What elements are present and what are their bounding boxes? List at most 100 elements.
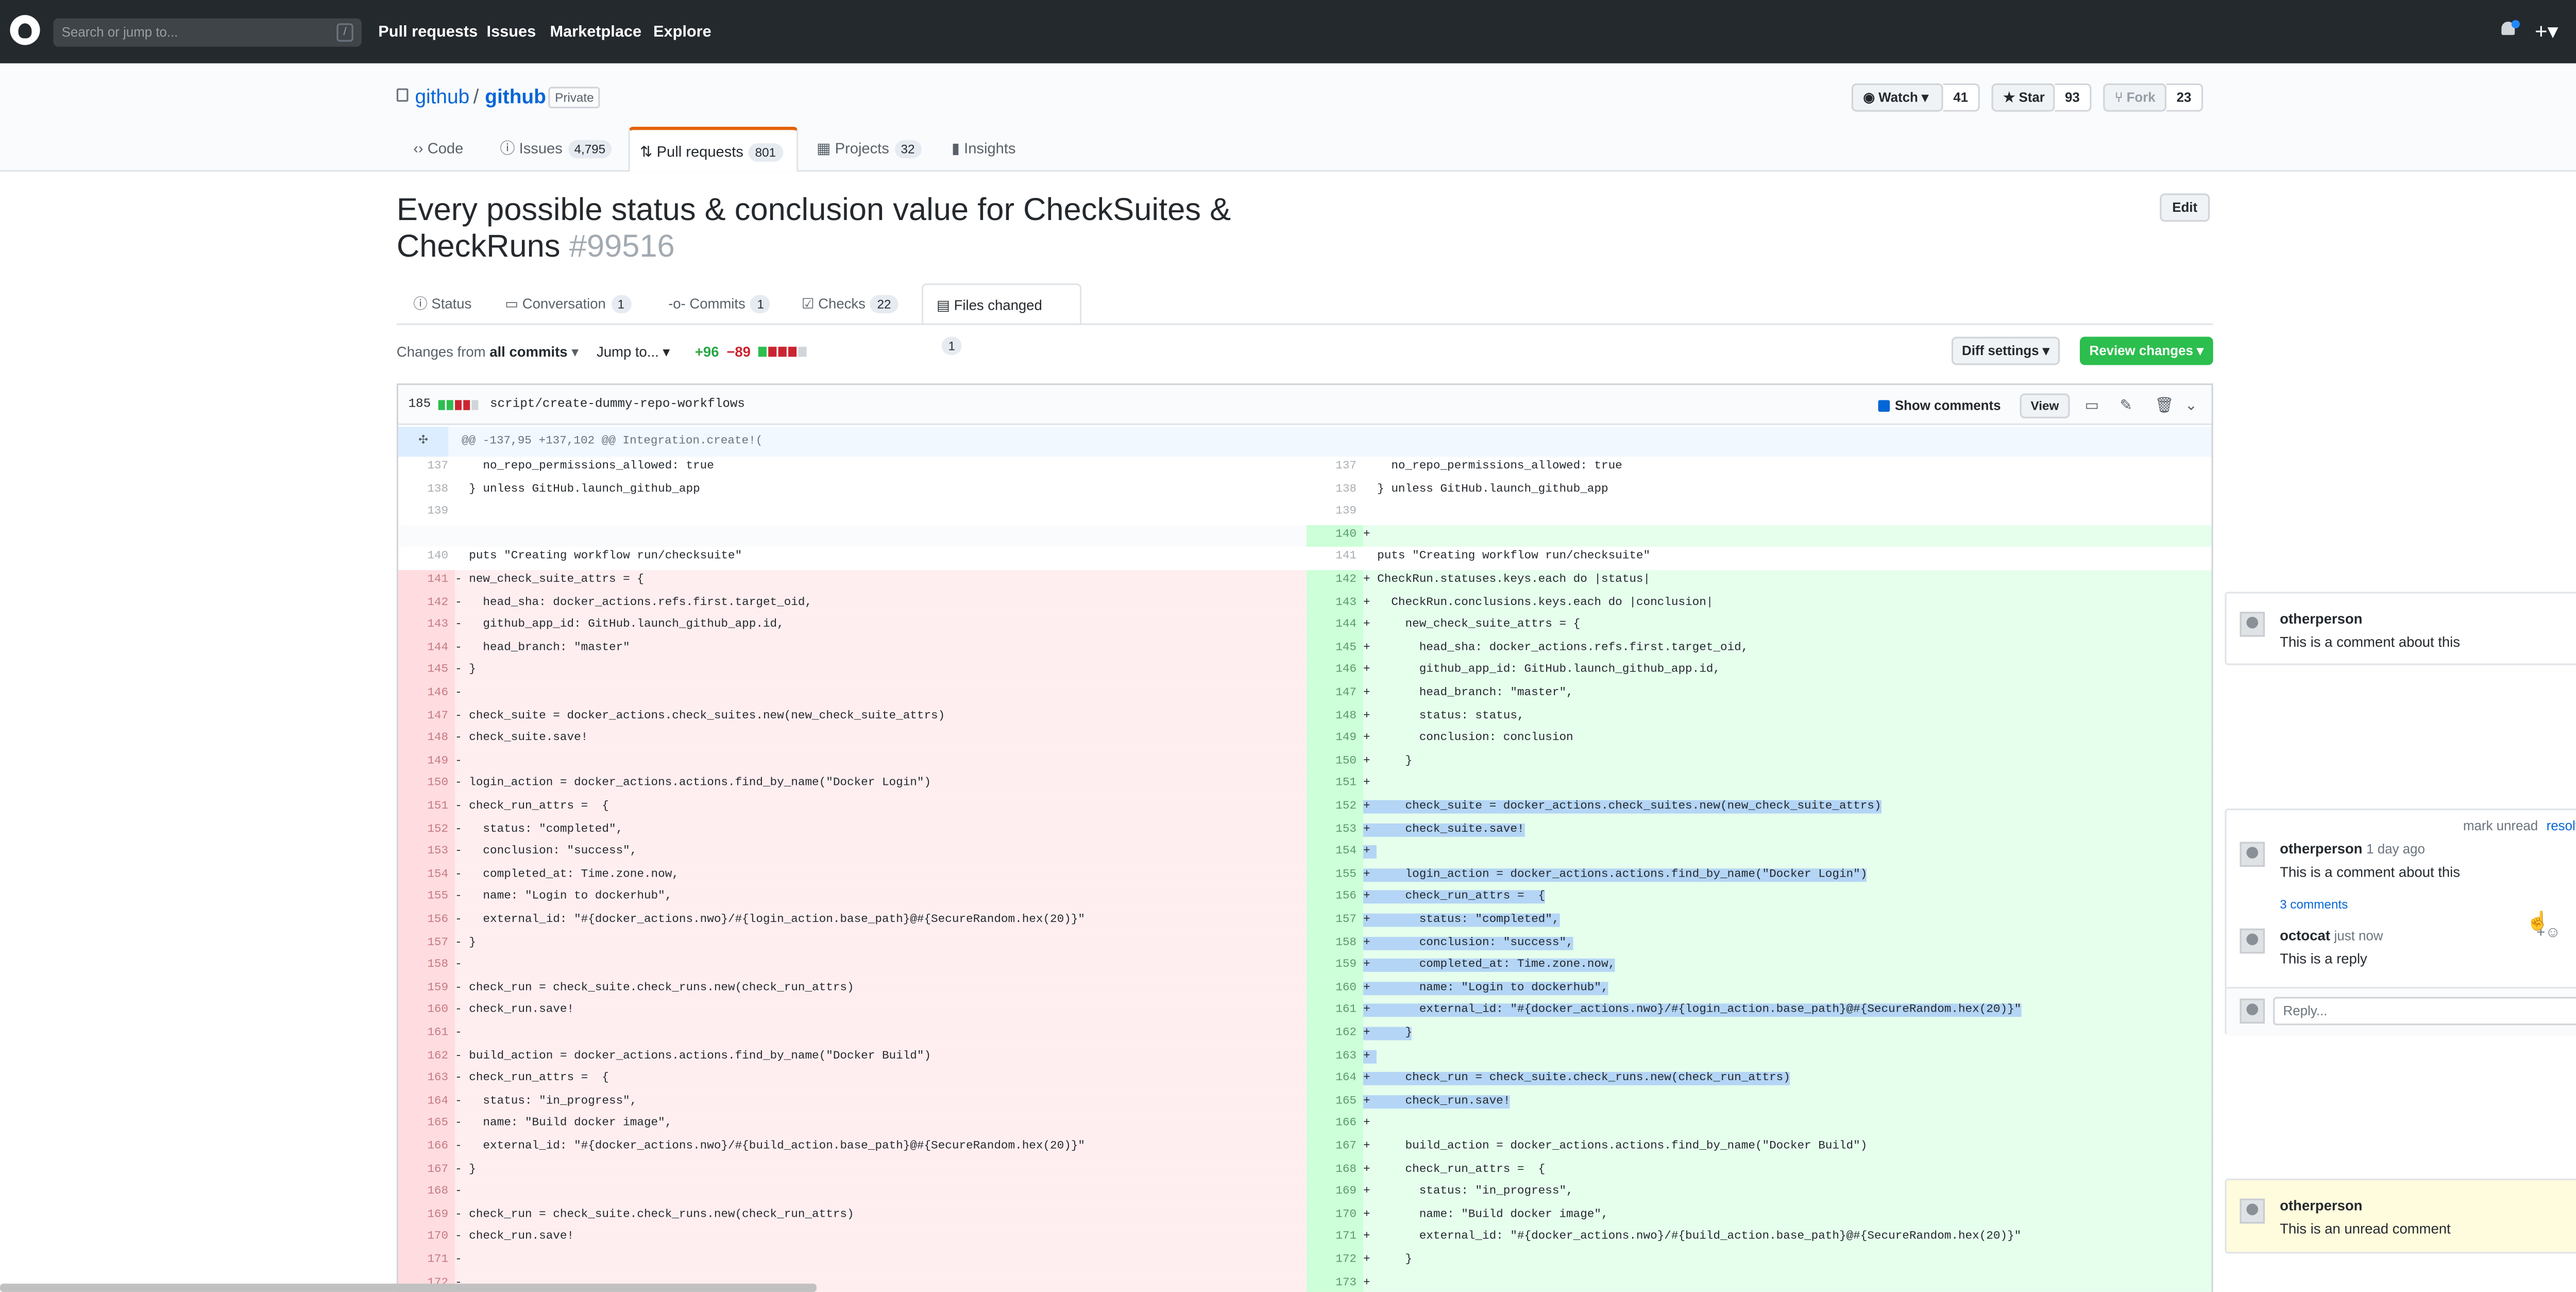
line-number[interactable]: 169 <box>398 1205 455 1228</box>
diff-settings-button[interactable]: Diff settings ▾ <box>1951 337 2060 365</box>
mark-unread-link[interactable]: mark unread <box>2463 818 2538 833</box>
line-number[interactable]: 138 <box>398 479 455 502</box>
line-number[interactable]: 144 <box>1307 615 1363 639</box>
nav-pull-requests[interactable]: Pull requests <box>378 23 478 42</box>
line-number[interactable]: 142 <box>1307 570 1363 593</box>
line-number[interactable]: 155 <box>398 887 455 911</box>
line-number[interactable]: 151 <box>398 797 455 820</box>
show-comments-checkbox[interactable]: Show comments <box>1878 398 2001 413</box>
line-number[interactable]: 167 <box>398 1160 455 1183</box>
line-number[interactable]: 163 <box>1307 1046 1363 1069</box>
line-number[interactable]: 142 <box>398 593 455 616</box>
line-number[interactable]: 153 <box>398 842 455 865</box>
line-number[interactable]: 141 <box>1307 547 1363 570</box>
line-number[interactable]: 158 <box>398 955 455 979</box>
tab-checks[interactable]: ☑ Checks 22 <box>788 283 911 324</box>
watch-count[interactable]: 41 <box>1943 83 1980 112</box>
changes-from-dropdown[interactable]: Changes from all commits ▾ <box>397 343 579 362</box>
line-number[interactable]: 145 <box>1307 638 1363 661</box>
line-number[interactable]: 154 <box>398 865 455 888</box>
line-number[interactable]: 162 <box>398 1046 455 1069</box>
line-number[interactable]: 157 <box>398 933 455 956</box>
line-number[interactable]: 137 <box>1307 457 1363 479</box>
line-number[interactable]: 159 <box>398 978 455 1001</box>
line-number[interactable]: 170 <box>1307 1205 1363 1228</box>
line-number[interactable]: 154 <box>1307 842 1363 865</box>
line-number[interactable]: 167 <box>1307 1137 1363 1160</box>
line-number[interactable]: 168 <box>398 1182 455 1205</box>
nav-marketplace[interactable]: Marketplace <box>550 23 641 42</box>
line-number[interactable]: 172 <box>1307 1250 1363 1273</box>
chevron-down-icon[interactable]: ⌄ <box>2185 397 2197 415</box>
line-number[interactable]: 161 <box>398 1023 455 1047</box>
line-number[interactable]: 140 <box>398 547 455 570</box>
comment-card[interactable]: otherperson This is a comment about this <box>2225 592 2576 665</box>
line-number[interactable]: 159 <box>1307 955 1363 979</box>
line-number[interactable]: 141 <box>398 570 455 593</box>
avatar[interactable] <box>2240 1198 2265 1224</box>
repo-owner-link[interactable]: github <box>415 85 469 108</box>
resolve-link[interactable]: resolve <box>2547 818 2576 833</box>
author-name[interactable]: otherperson <box>2280 840 2362 857</box>
line-number[interactable]: 170 <box>398 1228 455 1250</box>
line-number[interactable]: 165 <box>1307 1092 1363 1115</box>
line-number[interactable]: 169 <box>1307 1182 1363 1205</box>
avatar[interactable] <box>2240 842 2265 867</box>
tab-code[interactable]: ‹› Code <box>403 127 473 172</box>
create-new-plus-icon[interactable]: +▾ <box>2535 19 2558 45</box>
line-number[interactable]: 152 <box>398 819 455 843</box>
author-name[interactable]: octocat <box>2280 927 2330 943</box>
line-number[interactable]: 148 <box>1307 706 1363 729</box>
nav-issues[interactable]: Issues <box>487 23 536 42</box>
line-number[interactable]: 145 <box>398 661 455 684</box>
file-path[interactable]: script/create-dummy-repo-workflows <box>490 398 745 412</box>
tab-pull-requests[interactable]: ⇅ Pull requests 801 <box>628 126 799 172</box>
line-number[interactable]: 158 <box>1307 933 1363 956</box>
tab-issues[interactable]: ⓘ Issues 4,795 <box>490 127 622 172</box>
tab-status[interactable]: ⓘ Status <box>400 283 485 324</box>
line-number[interactable]: 166 <box>398 1137 455 1160</box>
line-number[interactable]: 139 <box>1307 502 1363 525</box>
line-number[interactable]: 150 <box>1307 751 1363 775</box>
line-number[interactable]: 147 <box>398 706 455 729</box>
search-input[interactable]: Search or jump to... / <box>53 18 362 47</box>
jump-to-dropdown[interactable]: Jump to... ▾ <box>597 343 670 362</box>
line-number[interactable]: 139 <box>398 502 455 525</box>
line-number[interactable]: 152 <box>1307 797 1363 820</box>
line-number[interactable]: 155 <box>1307 865 1363 888</box>
reply-input[interactable]: Reply... <box>2273 997 2576 1026</box>
tab-files-changed[interactable]: ▤ Files changed 1 <box>921 283 1082 355</box>
edit-title-button[interactable]: Edit <box>2160 193 2210 222</box>
line-number[interactable]: 149 <box>398 751 455 775</box>
expand-comments-link[interactable]: 3 comments <box>2280 897 2348 912</box>
line-number[interactable]: 153 <box>1307 819 1363 843</box>
github-logo-icon[interactable] <box>10 15 40 45</box>
line-number[interactable] <box>398 525 455 548</box>
tab-commits[interactable]: -o- Commits 1 <box>655 283 784 324</box>
line-number[interactable]: 140 <box>1307 525 1363 548</box>
line-number[interactable]: 147 <box>1307 683 1363 707</box>
tab-projects[interactable]: ▦ Projects 32 <box>807 127 931 172</box>
line-number[interactable]: 138 <box>1307 479 1363 502</box>
line-number[interactable]: 171 <box>1307 1228 1363 1250</box>
view-file-button[interactable]: View <box>2020 393 2070 418</box>
line-number[interactable]: 171 <box>398 1250 455 1273</box>
fork-button[interactable]: ⑂ Fork <box>2103 83 2167 112</box>
line-number[interactable]: 166 <box>1307 1114 1363 1137</box>
star-button[interactable]: ★ Star <box>1991 83 2055 112</box>
repo-name-link[interactable]: github <box>485 85 546 108</box>
nav-explore[interactable]: Explore <box>653 23 711 42</box>
avatar[interactable] <box>2240 612 2265 637</box>
line-number[interactable]: 146 <box>1307 661 1363 684</box>
line-number[interactable]: 160 <box>398 1001 455 1024</box>
line-number[interactable]: 151 <box>1307 774 1363 797</box>
line-number[interactable]: 168 <box>1307 1160 1363 1183</box>
pencil-icon[interactable]: ✎ <box>2120 397 2132 415</box>
line-number[interactable]: 149 <box>1307 729 1363 752</box>
trash-icon[interactable]: 🗑 <box>2155 397 2174 415</box>
unread-comment-card[interactable]: otherperson This is an unread comment <box>2225 1178 2576 1254</box>
line-number[interactable]: 148 <box>398 729 455 752</box>
tab-insights[interactable]: ▮ Insights <box>942 127 1026 172</box>
line-number[interactable]: 144 <box>398 638 455 661</box>
line-number[interactable]: 150 <box>398 774 455 797</box>
